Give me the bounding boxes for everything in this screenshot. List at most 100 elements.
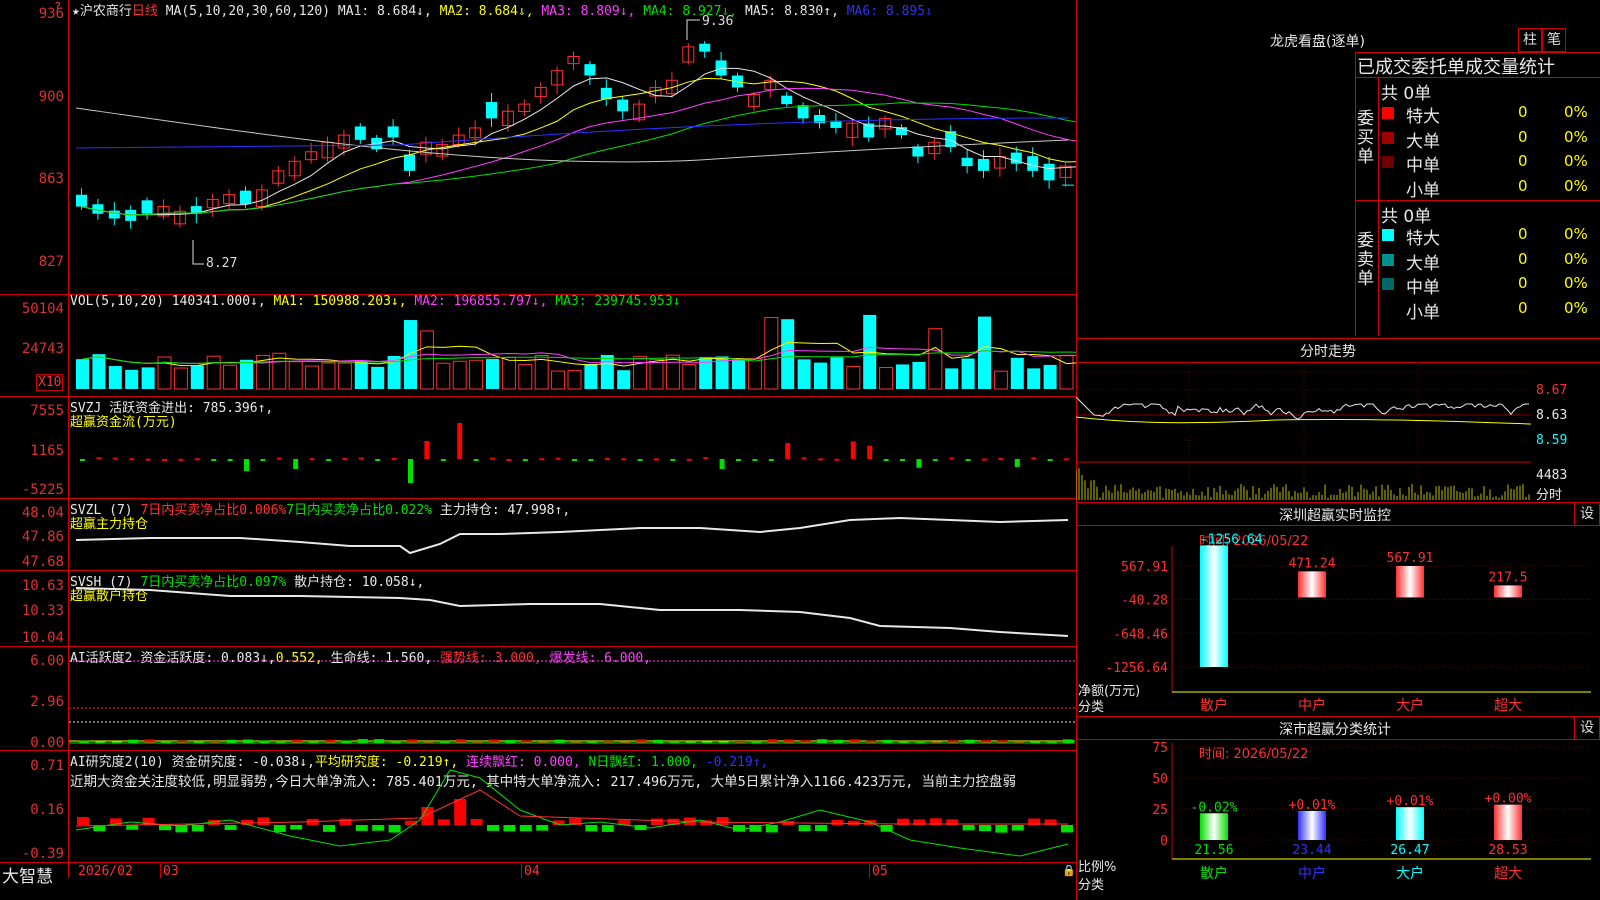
flow-bar: [391, 457, 397, 460]
volume-bar: [452, 360, 467, 390]
classify-value: 26.47: [1390, 843, 1429, 858]
flow-bar: [654, 458, 659, 461]
volume-bar: [1010, 357, 1024, 389]
lock-icon[interactable]: 🔒: [1062, 864, 1076, 877]
research-bar: [323, 825, 335, 832]
volume-bar: [633, 356, 648, 390]
order-row: 特大 0 0%: [1380, 102, 1600, 127]
volume-bar: [551, 370, 566, 390]
volume-bar: [764, 317, 779, 390]
classify-category: 超大: [1494, 866, 1522, 882]
monitor-ytick: -648.46: [1113, 627, 1168, 642]
order-count: 0: [1518, 274, 1528, 292]
flow-bar: [867, 445, 873, 459]
flow-bar: [80, 459, 85, 461]
monitor-category: 中户: [1298, 697, 1326, 714]
volume-bar: [600, 354, 614, 389]
research-bar: [585, 825, 598, 832]
research-bar: [995, 825, 1008, 833]
flow-bar: [178, 458, 184, 461]
volume-bar: [814, 362, 827, 389]
flow-bar: [949, 457, 955, 460]
intraday-chart[interactable]: [1076, 362, 1600, 502]
volume-bar: [928, 328, 943, 390]
volume-bar: [534, 355, 549, 390]
research-bar: [273, 825, 286, 833]
flow-bar: [375, 459, 381, 461]
classify-bar: [1200, 813, 1228, 840]
research-bar: [962, 825, 975, 831]
classify-category: 中户: [1298, 865, 1326, 882]
monitor-settings-button[interactable]: 设: [1574, 502, 1600, 526]
order-count: 0: [1518, 127, 1528, 146]
flow-bar: [1047, 459, 1053, 461]
flow-bar: [408, 459, 413, 483]
order-percent: 0%: [1564, 249, 1588, 268]
order-color-swatch: [1382, 278, 1394, 290]
classify-ytick: 0: [1160, 834, 1168, 849]
fenshi-ytick-1: 8.63: [1536, 408, 1568, 423]
activity-bar: [243, 739, 253, 743]
flow-bar: [818, 458, 823, 461]
flow-bar: [736, 459, 741, 461]
volume-bar: [617, 370, 631, 389]
monitor-ytick: 567.91: [1121, 560, 1168, 575]
flow-bar: [424, 441, 430, 459]
lhb-header: 已成交委托单成交量统计: [1357, 57, 1555, 78]
candle-body: [797, 105, 809, 119]
classify-bar: [1396, 807, 1424, 840]
order-row: 小单 0 0%: [1380, 298, 1600, 323]
activity-bar: [357, 739, 368, 743]
research-bar: [765, 825, 778, 833]
candle-body: [699, 43, 711, 52]
classify-ylabel-1: 比例%: [1078, 860, 1117, 875]
flow-bar: [588, 459, 594, 461]
volume-bar: [1043, 364, 1057, 389]
order-percent: 0%: [1564, 274, 1588, 292]
candle-body: [141, 200, 153, 214]
research-bar: [536, 825, 549, 831]
volume-bar: [125, 369, 139, 389]
flow-bar: [916, 459, 922, 468]
order-count: 0: [1518, 152, 1528, 170]
fenshi-vol-label: 分时: [1536, 488, 1563, 503]
research-bar: [355, 825, 368, 831]
monitor-ytick: -40.28: [1121, 594, 1168, 609]
research-bar: [831, 820, 844, 825]
classify-ylabel-2: 分类: [1078, 878, 1105, 893]
volume-bar: [518, 364, 533, 390]
monitor-bar-label: -1256.64: [1200, 532, 1263, 547]
svsh-chart[interactable]: [0, 570, 1076, 646]
monitor-bar: [1298, 571, 1326, 598]
candle-body: [912, 146, 924, 157]
volume-chart[interactable]: [0, 294, 1076, 396]
order-count: 0: [1518, 103, 1528, 121]
activity-bar: [374, 739, 385, 743]
svzj-chart[interactable]: [0, 396, 1076, 498]
classify-chart[interactable]: 75 50 25 0 -0.02% 21.56 散户 +0.01% 23.44 中户 +0.01% 2…: [1076, 739, 1600, 900]
retail-line: [75, 587, 1069, 637]
volume-bar: [190, 365, 204, 389]
ai-activity-chart[interactable]: [0, 646, 1076, 750]
volume-bar: [978, 316, 991, 389]
order-type-label: 大单: [1406, 253, 1440, 274]
candlestick-chart[interactable]: [0, 0, 1076, 294]
volume-bar: [567, 370, 582, 390]
classify-settings-button[interactable]: 设: [1574, 716, 1600, 740]
tab-tick-view[interactable]: 笔: [1542, 28, 1566, 52]
research-bar: [847, 820, 860, 825]
volume-bar: [1059, 355, 1074, 390]
volume-bar: [371, 366, 385, 389]
position-line: [75, 516, 1069, 555]
research-bar: [159, 825, 171, 831]
svzl-chart[interactable]: [0, 498, 1076, 570]
ai-research-chart[interactable]: [0, 750, 1076, 862]
high-marker: [686, 19, 700, 40]
monitor-ytick: -1256.64: [1105, 661, 1168, 676]
monitor-chart[interactable]: 567.91 -40.28 -648.46 -1256.64 -1256.64 散户 471…: [1076, 526, 1600, 716]
research-bar: [651, 818, 663, 825]
flow-bar: [900, 459, 905, 461]
tab-bar-view[interactable]: 柱: [1518, 28, 1542, 52]
monitor-top-line: [1076, 502, 1600, 503]
activity-bar: [456, 739, 467, 743]
